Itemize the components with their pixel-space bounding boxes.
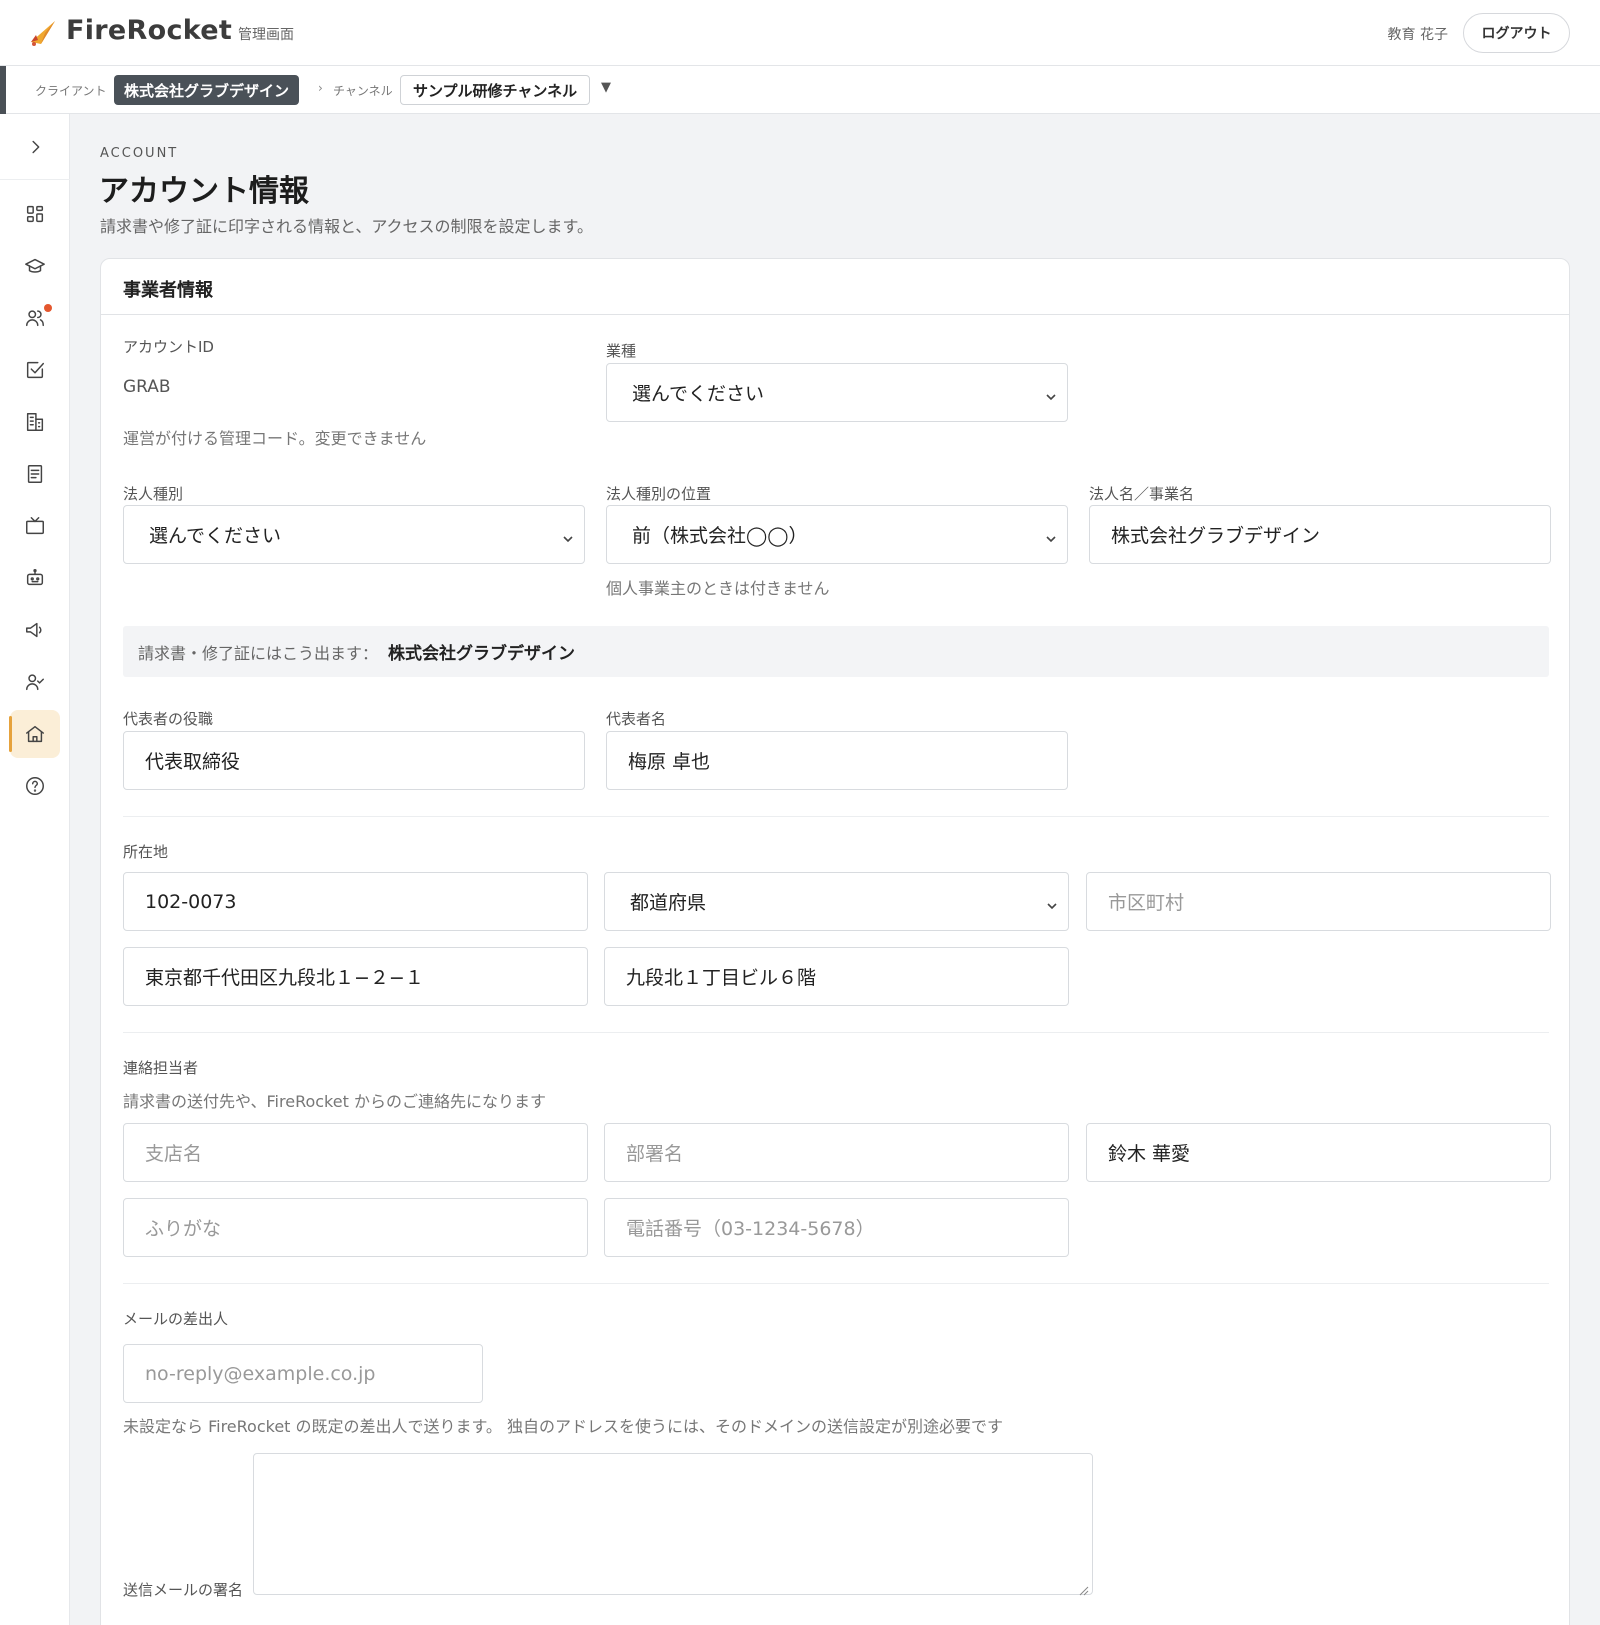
channel-label: チャンネル xyxy=(333,84,393,98)
app-logo-text[interactable]: FireRocket xyxy=(66,15,232,46)
account-id-label: アカウントID xyxy=(123,338,214,356)
section-title: 事業者情報 xyxy=(123,280,213,301)
print-preview-value: 株式会社グラブデザイン xyxy=(388,644,576,664)
industry-select[interactable]: 選んでください xyxy=(606,363,1068,422)
contact-help: 請求書の送付先や、FireRocket からのご連絡先になります xyxy=(123,1092,546,1111)
help-icon xyxy=(26,777,44,795)
context-bar: クライアント 株式会社グラブデザイン › チャンネル サンプル研修チャンネル ▼ xyxy=(0,66,1600,114)
address-label: 所在地 xyxy=(123,843,169,861)
sidebar-item-help[interactable] xyxy=(10,762,60,810)
corp-name-input[interactable]: 株式会社グラブデザイン xyxy=(1089,505,1551,564)
document-icon xyxy=(27,465,43,483)
contact-name-input[interactable]: 鈴木 華愛 xyxy=(1086,1123,1551,1182)
sidebar-toggle[interactable] xyxy=(0,114,70,180)
channel-selector[interactable]: サンプル研修チャンネル xyxy=(400,75,591,105)
street-input[interactable]: 東京都千代田区九段北１−２−１ xyxy=(123,947,588,1006)
chevron-down-icon xyxy=(1046,895,1058,910)
page-description: 請求書や修了証に印字される情報と、アクセスの制限を設定します。 xyxy=(100,217,593,236)
contact-label: 連絡担当者 xyxy=(123,1059,199,1077)
chevron-down-icon xyxy=(1045,528,1057,543)
sidebar-item-documents[interactable] xyxy=(10,450,60,498)
print-preview: 請求書・修了証にはこう出ます： 株式会社グラブデザイン xyxy=(123,626,1549,677)
sidebar-item-members[interactable] xyxy=(10,658,60,706)
users-icon xyxy=(26,310,44,327)
signature-textarea[interactable] xyxy=(253,1453,1093,1596)
sidebar-item-tasks[interactable] xyxy=(10,346,60,394)
megaphone-icon xyxy=(26,622,42,638)
client-selector[interactable]: 株式会社グラブデザイン xyxy=(114,75,300,105)
sidebar-item-account[interactable] xyxy=(9,710,60,758)
graduation-cap-icon xyxy=(25,258,45,273)
page-title: アカウント情報 xyxy=(99,174,309,209)
context-bar-accent xyxy=(0,66,6,114)
breadcrumb-separator: › xyxy=(318,81,323,95)
home-icon xyxy=(26,725,44,743)
corp-type-position-select[interactable]: 前（株式会社◯◯） xyxy=(606,505,1068,564)
mail-from-label: メールの差出人 xyxy=(123,1310,229,1328)
dashboard-icon xyxy=(26,205,44,223)
corp-type-position-label: 法人種別の位置 xyxy=(606,485,712,503)
section-divider xyxy=(123,1283,1549,1284)
sidebar-item-dashboard[interactable] xyxy=(10,190,60,238)
sidebar xyxy=(0,114,70,1625)
sidebar-item-organization[interactable] xyxy=(10,398,60,446)
caret-down-icon[interactable]: ▼ xyxy=(601,80,611,95)
card-header: 事業者情報 xyxy=(101,259,1569,315)
industry-select-value: 選んでください xyxy=(632,383,765,405)
checkbox-icon xyxy=(26,361,44,379)
postal-code-input[interactable]: 102-0073 xyxy=(123,872,588,931)
industry-label: 業種 xyxy=(606,342,637,360)
city-input[interactable]: 市区町村 xyxy=(1086,872,1551,931)
sidebar-item-channels[interactable] xyxy=(10,502,60,550)
building-icon xyxy=(26,413,44,431)
section-divider xyxy=(123,816,1549,817)
notification-dot xyxy=(44,304,52,312)
prefecture-select[interactable]: 都道府県 xyxy=(604,872,1069,931)
rep-title-label: 代表者の役職 xyxy=(123,710,214,728)
resize-handle-icon[interactable] xyxy=(1079,1581,1089,1596)
kana-input[interactable]: ふりがな xyxy=(123,1198,588,1257)
rocket-logo-icon xyxy=(31,21,55,46)
branch-input[interactable]: 支店名 xyxy=(123,1123,588,1182)
top-bar: FireRocket 管理画面 教育 花子 ログアウト xyxy=(0,0,1600,66)
prefecture-select-value: 都道府県 xyxy=(630,892,707,914)
user-check-icon xyxy=(26,674,44,691)
tv-icon xyxy=(26,517,44,535)
account-id-value: GRAB xyxy=(123,377,171,397)
department-input[interactable]: 部署名 xyxy=(604,1123,1069,1182)
robot-icon xyxy=(26,569,44,586)
section-divider xyxy=(123,1032,1549,1033)
rep-name-input[interactable]: 梅原 卓也 xyxy=(606,731,1068,790)
phone-input[interactable]: 電話番号（03-1234-5678） xyxy=(604,1198,1069,1257)
admin-area-label: 管理画面 xyxy=(238,27,294,43)
rep-name-label: 代表者名 xyxy=(606,710,667,728)
corp-type-select-value: 選んでください xyxy=(149,525,282,547)
mail-from-help: 未設定なら FireRocket の既定の差出人で送ります。 独自のアドレスを使… xyxy=(123,1417,1004,1436)
corp-type-position-select-value: 前（株式会社◯◯） xyxy=(632,525,808,547)
sidebar-item-announcements[interactable] xyxy=(10,606,60,654)
rep-title-input[interactable]: 代表取締役 xyxy=(123,731,585,790)
account-id-help: 運営が付ける管理コード。変更できません xyxy=(123,429,427,448)
corp-type-label: 法人種別 xyxy=(123,485,184,503)
page-eyebrow: ACCOUNT xyxy=(100,146,179,161)
corp-type-position-help: 個人事業主のときは付きません xyxy=(606,579,830,598)
corp-type-select[interactable]: 選んでください xyxy=(123,505,585,564)
chevron-right-icon xyxy=(32,140,40,153)
print-preview-label: 請求書・修了証にはこう出ます： xyxy=(138,643,379,663)
corp-name-label: 法人名／事業名 xyxy=(1089,485,1195,503)
chevron-down-icon xyxy=(562,528,574,543)
building-input[interactable]: 九段北１丁目ビル６階 xyxy=(604,947,1069,1006)
business-info-card: 事業者情報 アカウントID GRAB 運営が付ける管理コード。変更できません 業… xyxy=(100,258,1570,1625)
user-name: 教育 花子 xyxy=(1387,27,1448,43)
sidebar-item-bot[interactable] xyxy=(10,554,60,602)
client-label: クライアント xyxy=(35,84,107,98)
sidebar-item-courses[interactable] xyxy=(10,242,60,290)
sidebar-item-users[interactable] xyxy=(10,294,60,342)
signature-label: 送信メールの署名 xyxy=(123,1581,244,1599)
mail-from-input[interactable]: no-reply@example.co.jp xyxy=(123,1344,483,1403)
chevron-down-icon xyxy=(1045,386,1057,401)
logout-button[interactable]: ログアウト xyxy=(1463,13,1570,53)
